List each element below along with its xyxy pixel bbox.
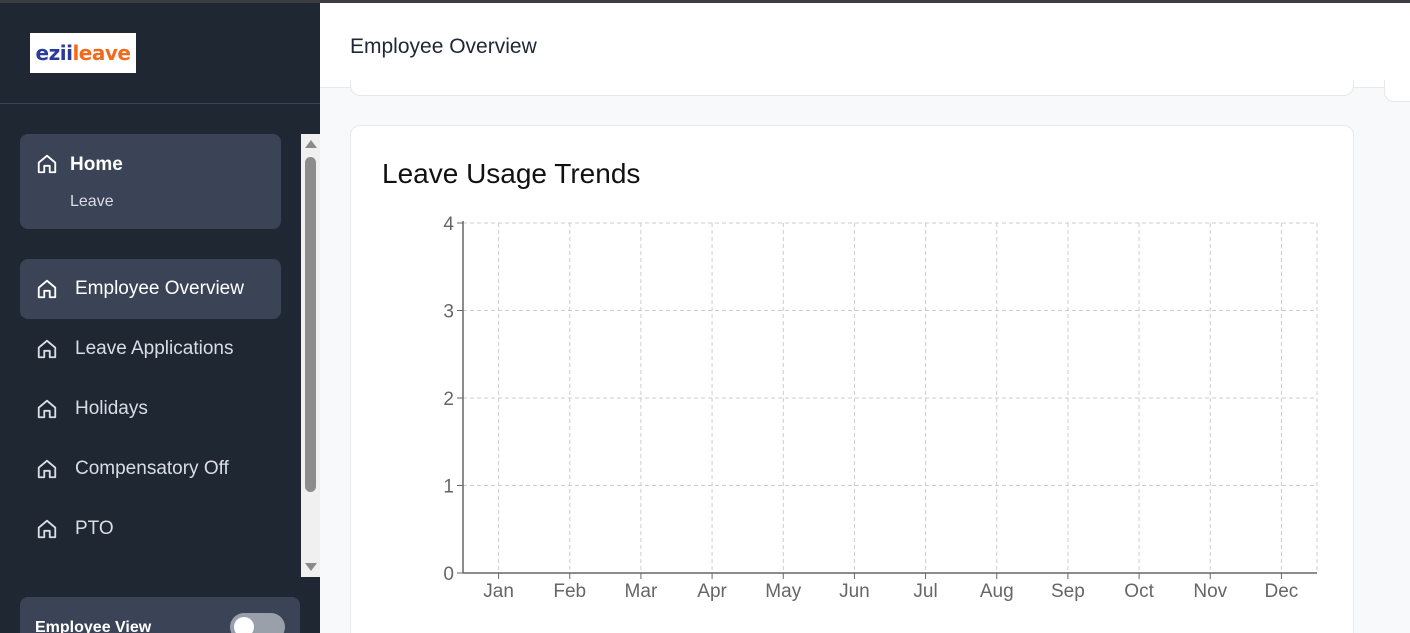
sidebar-item-pto[interactable]: PTO xyxy=(20,499,281,559)
logo-area: ezii leave xyxy=(0,3,320,104)
x-tick-label: Jun xyxy=(839,581,870,602)
home-icon xyxy=(36,278,58,300)
x-tick-label: Oct xyxy=(1124,581,1154,602)
x-tick-label: Sep xyxy=(1051,581,1085,602)
employee-view-toggle[interactable] xyxy=(230,613,285,633)
home-icon xyxy=(36,518,58,540)
leave-usage-chart: 0 1 2 3 4 Jan Feb Mar Apr May Jun Jul Aug Sep Oct Nov De… xyxy=(443,214,1318,602)
employee-view-label: Employee View xyxy=(35,619,152,633)
x-tick-label: Aug xyxy=(980,581,1014,602)
x-tick-label: Jul xyxy=(913,581,937,602)
sidebar-home-card[interactable]: Home Leave xyxy=(20,134,281,229)
y-tick-label: 4 xyxy=(443,214,454,235)
employee-view-card: Employee View xyxy=(20,597,300,633)
home-icon xyxy=(36,458,58,480)
sidebar-item-label: Holidays xyxy=(75,398,148,419)
x-tick-label: Mar xyxy=(625,581,658,602)
sidebar-item-compensatory-off[interactable]: Compensatory Off xyxy=(20,439,281,499)
sidebar-item-employee-overview[interactable]: Employee Overview xyxy=(20,259,281,319)
app-logo[interactable]: ezii leave xyxy=(30,33,136,73)
toggle-knob xyxy=(234,617,254,633)
home-icon xyxy=(36,338,58,360)
logo-text-part2: leave xyxy=(72,41,131,65)
sidebar-item-label: PTO xyxy=(75,518,114,539)
sidebar-home-title: Home xyxy=(70,154,123,175)
side-card xyxy=(1384,80,1410,102)
sidebar-scrollbar[interactable] xyxy=(301,134,320,577)
sidebar-home-subtitle[interactable]: Leave xyxy=(70,193,114,211)
y-tick-label: 3 xyxy=(443,302,454,323)
scroll-down-arrow-icon[interactable] xyxy=(305,563,317,571)
sidebar-item-label: Compensatory Off xyxy=(75,458,229,479)
sidebar-item-label: Leave Applications xyxy=(75,338,234,359)
x-tick-label: Nov xyxy=(1193,581,1227,602)
y-tick-label: 2 xyxy=(443,389,454,410)
scrollbar-thumb[interactable] xyxy=(305,157,316,492)
x-tick-label: Jan xyxy=(483,581,514,602)
y-tick-label: 0 xyxy=(443,564,454,585)
home-icon xyxy=(36,398,58,420)
sidebar-item-holidays[interactable]: Holidays xyxy=(20,379,281,439)
x-tick-label: Apr xyxy=(697,581,727,602)
window-top-border xyxy=(0,0,1410,3)
sidebar-item-leave-applications[interactable]: Leave Applications xyxy=(20,319,281,379)
leave-usage-trends-card: Leave Usage Trends 0 1 2 3 4 Jan Feb Mar Apr May J… xyxy=(350,125,1354,633)
x-tick-label: Feb xyxy=(553,581,586,602)
home-icon xyxy=(36,153,58,180)
sidebar: ezii leave Home Leave Employee Overview L… xyxy=(0,0,320,633)
x-tick-label: Dec xyxy=(1265,581,1299,602)
scroll-up-arrow-icon[interactable] xyxy=(305,140,317,148)
previous-card xyxy=(350,80,1354,96)
x-tick-label: May xyxy=(765,581,801,602)
y-tick-label: 1 xyxy=(443,477,454,498)
page-title: Employee Overview xyxy=(350,35,537,58)
sidebar-item-label: Employee Overview xyxy=(75,278,244,299)
logo-text-part1: ezii xyxy=(35,41,73,65)
page-header: Employee Overview xyxy=(320,3,1410,88)
